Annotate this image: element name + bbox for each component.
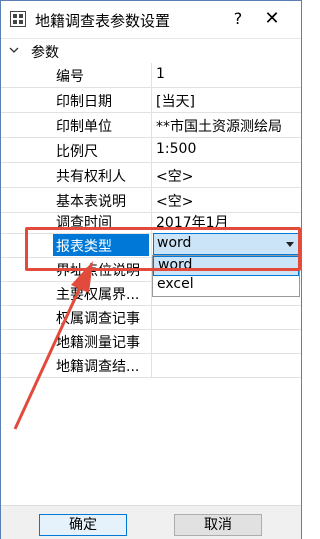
ok-button[interactable]: 确定: [39, 514, 127, 536]
cancel-button[interactable]: 取消: [174, 514, 262, 536]
parameter-settings-dialog: 地籍调查表参数设置 ? ✕ 参数 编号 1 印制日期 [当天] 印制单位 **市…: [0, 0, 302, 539]
annotation-arrow-icon: [13, 261, 93, 430]
button-bar: 确定 取消: [1, 505, 301, 539]
